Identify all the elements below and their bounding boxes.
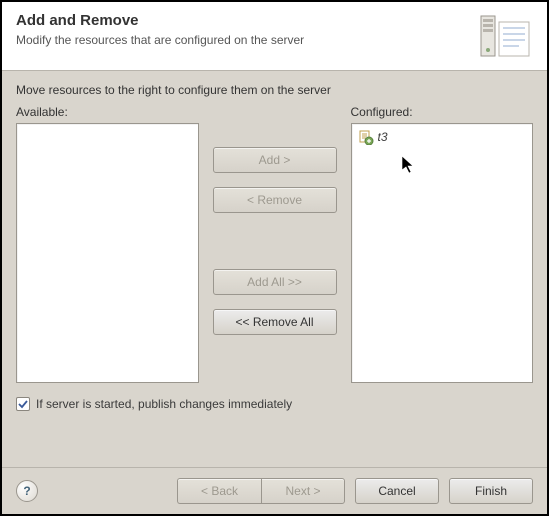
page-subtitle: Modify the resources that are configured… <box>16 33 304 47</box>
page-title: Add and Remove <box>16 12 304 29</box>
nav-button-pair: < Back Next > <box>177 478 345 504</box>
available-listbox[interactable] <box>16 123 199 383</box>
add-button[interactable]: Add > <box>213 147 337 173</box>
configured-listbox[interactable]: t3 <box>351 123 534 383</box>
list-item-label: t3 <box>378 130 388 144</box>
finish-button[interactable]: Finish <box>449 478 533 504</box>
available-label: Available: <box>16 105 199 119</box>
wizard-content: Move resources to the right to configure… <box>2 71 547 467</box>
remove-button[interactable]: < Remove <box>213 187 337 213</box>
back-button[interactable]: < Back <box>177 478 261 504</box>
configured-column: Configured: t3 <box>351 105 534 383</box>
help-button[interactable]: ? <box>16 480 38 502</box>
available-column: Available: <box>16 105 199 383</box>
wizard-header: Add and Remove Modify the resources that… <box>2 2 547 71</box>
add-all-button[interactable]: Add All >> <box>213 269 337 295</box>
transfer-columns: Available: Add > < Remove Add All >> << … <box>16 105 533 383</box>
wizard-window: Add and Remove Modify the resources that… <box>0 0 549 516</box>
header-text: Add and Remove Modify the resources that… <box>16 12 304 47</box>
module-icon <box>358 129 374 145</box>
publish-checkbox[interactable] <box>16 397 30 411</box>
cancel-button[interactable]: Cancel <box>355 478 439 504</box>
next-button[interactable]: Next > <box>261 478 345 504</box>
help-icon: ? <box>23 484 30 498</box>
publish-checkbox-row: If server is started, publish changes im… <box>16 397 533 411</box>
instruction-text: Move resources to the right to configure… <box>16 83 533 97</box>
list-item[interactable]: t3 <box>356 128 529 146</box>
transfer-buttons: Add > < Remove Add All >> << Remove All <box>213 105 337 383</box>
publish-checkbox-label: If server is started, publish changes im… <box>36 397 292 411</box>
wizard-footer: ? < Back Next > Cancel Finish <box>2 467 547 514</box>
remove-all-button[interactable]: << Remove All <box>213 309 337 335</box>
configured-label: Configured: <box>351 105 534 119</box>
server-banner-icon <box>479 12 533 60</box>
